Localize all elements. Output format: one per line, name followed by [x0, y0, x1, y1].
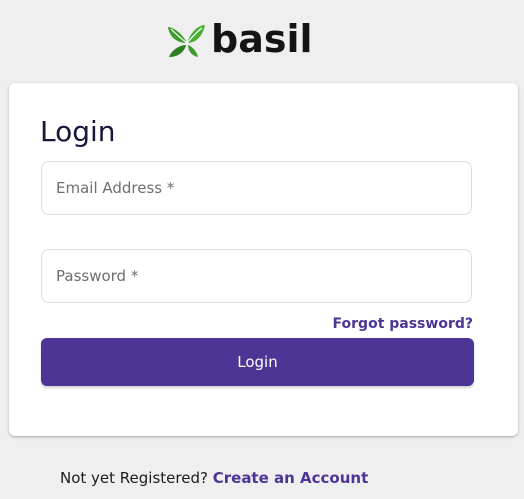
brand-logo: basil: [167, 20, 313, 60]
login-button[interactable]: Login: [41, 338, 474, 386]
create-account-link[interactable]: Create an Account: [213, 469, 369, 487]
password-input[interactable]: [42, 250, 471, 302]
register-prompt-text: Not yet Registered?: [60, 469, 208, 487]
email-field: [41, 161, 472, 215]
email-input[interactable]: [42, 162, 471, 214]
password-field: [41, 249, 472, 303]
page-title: Login: [40, 115, 116, 148]
brand-name: basil: [211, 17, 313, 61]
leaf-icon: [168, 25, 205, 57]
forgot-password-link[interactable]: Forgot password?: [333, 316, 473, 332]
login-card: Login Forgot password? Login: [9, 83, 518, 436]
register-prompt: Not yet Registered? Create an Account: [60, 469, 368, 487]
